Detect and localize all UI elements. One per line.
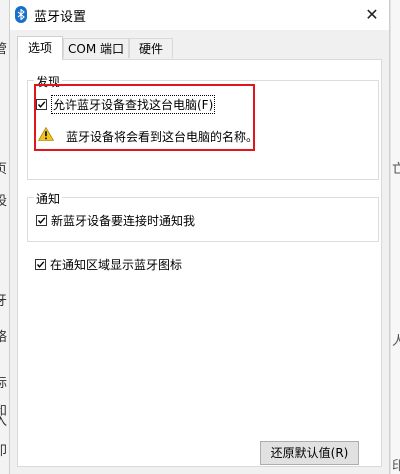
- bg-char: 入: [0, 414, 8, 429]
- show-tray-icon-row[interactable]: 在通知区域显示蓝牙图标: [35, 256, 182, 273]
- check-icon: [37, 217, 46, 224]
- check-icon: [36, 261, 45, 268]
- tab-options[interactable]: 选项: [17, 36, 63, 60]
- warning-icon: [38, 127, 54, 141]
- bg-char: 亡: [392, 158, 400, 177]
- close-button[interactable]: ✕: [361, 4, 383, 26]
- bg-char: 设: [0, 194, 8, 209]
- notify-new-device-label[interactable]: 新蓝牙设备要连接时通知我: [51, 212, 195, 229]
- bg-char: 印: [0, 444, 8, 459]
- bg-char: 页: [0, 162, 8, 177]
- show-tray-icon-checkbox[interactable]: [35, 259, 46, 270]
- bg-char: 标: [0, 376, 8, 391]
- bluetooth-settings-dialog: 蓝牙设置 ✕ 选项 COM 端口 硬件 发现 允许蓝牙设备查找这台电脑(F) 蓝…: [9, 0, 390, 474]
- bg-char: 印: [392, 455, 400, 474]
- title-bar: 蓝牙设置 ✕: [10, 0, 389, 30]
- notify-new-device-row[interactable]: 新蓝牙设备要连接时通知我: [36, 212, 195, 229]
- notify-new-device-checkbox[interactable]: [36, 215, 47, 226]
- bluetooth-icon: [15, 6, 27, 23]
- restore-defaults-button[interactable]: 还原默认值(R): [260, 441, 359, 465]
- bg-char: 牙: [0, 294, 8, 309]
- options-panel: 发现 允许蓝牙设备查找这台电脑(F) 蓝牙设备将会看到这台电脑的名称。 通知 新…: [17, 59, 382, 467]
- background-window-left: 管 页 设 牙 络 标 和 入 印: [0, 0, 9, 474]
- tab-com-ports[interactable]: COM 端口: [63, 38, 129, 58]
- bg-char: 人: [392, 330, 400, 349]
- bg-char: 络: [0, 330, 8, 345]
- tab-hardware[interactable]: 硬件: [129, 38, 173, 58]
- discovery-group: 发现 允许蓝牙设备查找这台电脑(F) 蓝牙设备将会看到这台电脑的名称。: [27, 73, 379, 180]
- discover-warning-text: 蓝牙设备将会看到这台电脑的名称。: [66, 130, 259, 144]
- background-window-right: 亡 人 印: [390, 0, 400, 474]
- allow-discover-row[interactable]: 允许蓝牙设备查找这台电脑(F): [36, 95, 216, 114]
- check-icon: [37, 101, 46, 108]
- dialog-title: 蓝牙设置: [34, 10, 87, 25]
- allow-discover-label[interactable]: 允许蓝牙设备查找这台电脑(F): [51, 95, 216, 114]
- bg-char: 管: [0, 42, 8, 57]
- notification-group-label: 通知: [34, 190, 63, 207]
- allow-discover-checkbox[interactable]: [36, 99, 47, 110]
- discovery-group-label: 发现: [34, 73, 63, 90]
- notification-group: 通知 新蓝牙设备要连接时通知我: [27, 190, 379, 242]
- close-icon: ✕: [365, 5, 379, 24]
- show-tray-icon-label[interactable]: 在通知区域显示蓝牙图标: [50, 256, 182, 273]
